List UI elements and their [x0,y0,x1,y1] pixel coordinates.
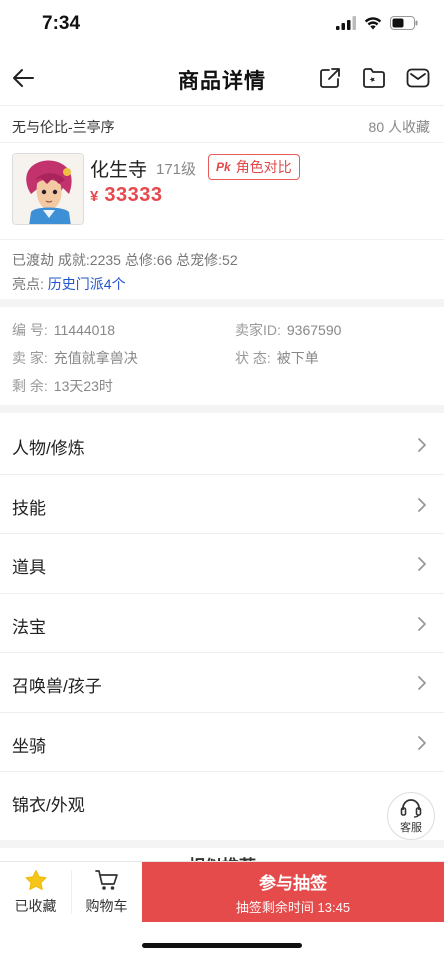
price-symbol: ¥ [90,188,99,205]
star-filled-icon [25,869,46,890]
menu-item-treasures[interactable]: 法宝 [0,594,444,653]
menu-item-label: 召唤兽/孩子 [12,677,102,696]
favorite-label: 已收藏 [14,897,57,914]
status-value: 被下单 [276,350,319,366]
menu-item-label: 坐骑 [12,736,46,756]
menu-item-label: 锦衣/外观 [12,796,85,815]
headset-icon [400,798,422,818]
status-icons [336,16,418,30]
menu-item-outfits[interactable]: 锦衣/外观 [0,772,444,832]
item-id-label: 编 号: [12,322,48,338]
share-button[interactable] [316,64,344,92]
remaining-value: 13天23时 [53,378,113,394]
favorite-folder-icon [363,68,385,88]
favorite-folder-button[interactable] [360,64,388,92]
highlight-link[interactable]: 历史门派4个 [48,276,126,292]
order-status: 状 态: 被下单 [235,348,319,368]
menu-item-skills[interactable]: 技能 [0,475,444,534]
character-summary: 化生寺 171级 Pk 角色对比 ¥33333 [0,144,444,240]
character-school: 化生寺 [90,160,148,181]
lottery-label: 参与抽签 [259,873,327,893]
seller-label: 卖 家: [12,350,48,366]
menu-item-label: 人物/修炼 [12,439,85,458]
chevron-right-icon [418,616,426,631]
detail-menu: 人物/修炼 技能 道具 法宝 召唤兽/孩子 坐骑 锦衣/外观 [0,415,444,832]
lottery-countdown: 抽签剩余时间 13:45 [235,899,351,915]
highlight-line: 亮点: 历史门派4个 [12,274,126,294]
item-id-value: 11444018 [53,322,116,338]
menu-item-label: 技能 [12,498,46,518]
menu-item-label: 道具 [12,558,46,577]
listing-header: 无与伦比-兰亭序 80 人收藏 [0,107,444,143]
bottom-action-bar: 已收藏 购物车 参与抽签 抽签剩余时间 13:45 [0,861,444,922]
stats-line: 已渡劫 成就:2235 总修:66 总宠修:52 [12,252,238,268]
chevron-right-icon [418,438,426,452]
highlight-label: 亮点: [12,276,44,292]
nav-bar: 商品详情 [0,50,444,106]
chevron-right-icon [418,676,426,690]
seller: 卖 家: 充值就拿兽决 [12,348,138,368]
status-bar: 7:34 [0,0,444,50]
message-icon [406,68,430,88]
cart-label: 购物车 [85,898,128,914]
section-divider [0,299,444,307]
role-compare-button[interactable]: Pk 角色对比 [208,154,300,180]
join-lottery-button[interactable]: 参与抽签 抽签剩余时间 13:45 [142,862,444,922]
menu-item-items[interactable]: 道具 [0,534,444,594]
recommend-section: 相似推荐 [0,840,444,862]
pk-icon: Pk [216,160,231,174]
character-portrait-icon [13,154,83,224]
message-button[interactable] [404,64,432,92]
wifi-icon [364,17,382,30]
character-level: 171级 [156,161,197,178]
listing-info: 编 号: 11444018 卖家ID: 9367590 卖 家: 充值就拿兽决 状 态… [0,307,444,405]
remaining-label: 剩 余: [12,378,48,394]
menu-item-character[interactable]: 人物/修炼 [0,415,444,475]
status-time: 7:34 [42,13,81,34]
seller-id-value: 9367590 [286,322,342,338]
cart-icon [94,870,118,890]
home-indicator[interactable] [142,943,302,948]
customer-service-label: 客服 [400,821,422,834]
chevron-right-icon [418,735,426,750]
seller-value: 充值就拿兽决 [53,350,138,366]
server-name: 无与伦比-兰亭序 [12,119,115,135]
menu-item-mounts[interactable]: 坐骑 [0,713,444,772]
menu-item-label: 法宝 [12,617,46,637]
price: ¥33333 [90,184,162,207]
character-avatar[interactable] [12,153,84,225]
seller-id-label: 卖家ID: [235,322,281,338]
price-value: 33333 [104,184,163,206]
favorite-button[interactable]: 已收藏 [0,862,71,922]
seller-id: 卖家ID: 9367590 [235,320,341,340]
share-icon [320,68,340,88]
battery-icon [390,16,418,30]
chevron-right-icon [418,557,426,571]
role-compare-label: 角色对比 [235,159,292,175]
cart-button[interactable]: 购物车 [71,862,142,922]
menu-item-pets[interactable]: 召唤兽/孩子 [0,653,444,713]
chevron-right-icon [418,497,426,512]
character-stats: 已渡劫 成就:2235 总修:66 总宠修:52 亮点: 历史门派4个 [0,241,444,299]
status-label: 状 态: [235,350,271,366]
favorites-count: 80 人收藏 [368,119,430,135]
time-remaining: 剩 余: 13天23时 [12,376,113,396]
item-id: 编 号: 11444018 [12,320,115,340]
customer-service-button[interactable]: 客服 [387,792,435,840]
section-divider [0,405,444,413]
signal-icon [336,16,356,30]
